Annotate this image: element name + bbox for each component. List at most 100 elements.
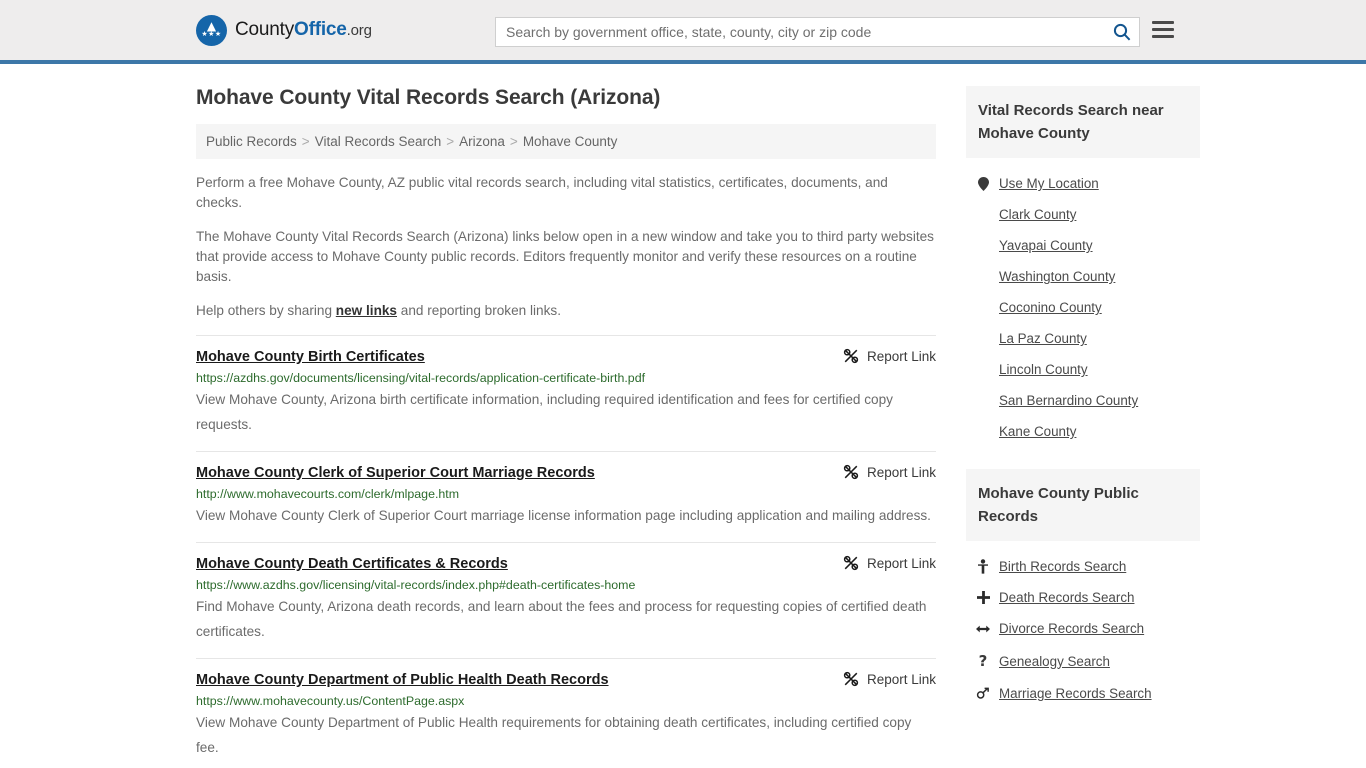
report-link-label: Report Link	[866, 348, 936, 364]
intro-paragraph-1: Perform a free Mohave County, AZ public …	[196, 175, 888, 210]
broken-link-icon	[843, 671, 859, 687]
nearby-county-item[interactable]: Yavapai County	[966, 230, 1200, 261]
nearby-county-label[interactable]: Yavapai County	[999, 238, 1093, 253]
public-record-label[interactable]: Genealogy Search	[999, 654, 1110, 669]
nearby-county-label[interactable]: La Paz County	[999, 331, 1087, 346]
nearby-county-item[interactable]: Washington County	[966, 261, 1200, 292]
report-link-button[interactable]: Report Link	[831, 671, 936, 687]
stars-glyph: ★★★	[201, 30, 222, 38]
result-item: Mohave County Death Certificates & Recor…	[196, 542, 936, 658]
result-title-link[interactable]: Mohave County Clerk of Superior Court Ma…	[196, 464, 595, 482]
nearby-county-label[interactable]: Lincoln County	[999, 362, 1088, 377]
page-title: Mohave County Vital Records Search (Ariz…	[196, 86, 661, 109]
report-link-button[interactable]: Report Link	[831, 348, 936, 364]
public-records-list: Birth Records Search Death Records Search…	[966, 541, 1200, 709]
public-record-item[interactable]: Marriage Records Search	[966, 678, 1200, 709]
nearby-county-item[interactable]: San Bernardino County	[966, 385, 1200, 416]
left-right-arrow-icon	[976, 624, 990, 634]
public-records-panel-heading: Mohave County Public Records	[966, 469, 1200, 541]
breadcrumb-separator: >	[301, 134, 310, 149]
report-link-label: Report Link	[866, 555, 936, 571]
nearby-county-label[interactable]: San Bernardino County	[999, 393, 1138, 408]
site-header: ▲ ★★★ CountyOffice.org	[0, 0, 1366, 64]
report-link-button[interactable]: Report Link	[831, 555, 936, 571]
result-url[interactable]: https://www.mohavecounty.us/ContentPage.…	[196, 694, 936, 708]
broken-link-icon	[843, 348, 859, 364]
panel-spacer	[966, 447, 1200, 469]
result-description: View Mohave County Clerk of Superior Cou…	[196, 508, 931, 523]
site-logo[interactable]: ▲ ★★★ CountyOffice.org	[196, 14, 372, 46]
countyoffice-logo-icon: ▲ ★★★	[196, 14, 227, 46]
breadcrumb-item-arizona[interactable]: Arizona	[459, 134, 505, 149]
main-content: Mohave County Vital Records Search (Ariz…	[196, 64, 936, 768]
broken-link-icon	[843, 555, 859, 571]
result-title-link[interactable]: Mohave County Department of Public Healt…	[196, 671, 609, 689]
results-list: Mohave County Birth Certificates Report …	[196, 335, 936, 768]
baby-icon	[976, 559, 990, 574]
public-record-label[interactable]: Divorce Records Search	[999, 621, 1144, 636]
sidebar: Vital Records Search near Mohave County …	[966, 64, 1200, 768]
search-button[interactable]	[1105, 18, 1139, 46]
nearby-county-label[interactable]: Kane County	[999, 424, 1076, 439]
hamburger-bar	[1152, 28, 1174, 31]
report-link-label: Report Link	[866, 464, 936, 480]
public-record-label[interactable]: Birth Records Search	[999, 559, 1126, 574]
search-bar	[495, 17, 1140, 47]
nearby-county-item[interactable]: Clark County	[966, 199, 1200, 230]
result-url[interactable]: https://www.azdhs.gov/licensing/vital-re…	[196, 578, 936, 592]
hamburger-bar	[1152, 21, 1174, 24]
breadcrumb-item-mohave-county: Mohave County	[522, 134, 618, 149]
result-title-link[interactable]: Mohave County Birth Certificates	[196, 348, 425, 366]
result-item: Mohave County Clerk of Superior Court Ma…	[196, 451, 936, 542]
result-description: View Mohave County Department of Public …	[196, 715, 912, 755]
hamburger-menu-icon[interactable]	[1152, 21, 1174, 38]
broken-link-icon	[843, 464, 859, 480]
public-record-label[interactable]: Marriage Records Search	[999, 686, 1152, 701]
intro-paragraph-3: Help others by sharing new links and rep…	[196, 301, 936, 321]
logo-county: County	[235, 19, 295, 40]
nearby-county-label[interactable]: Clark County	[999, 207, 1076, 222]
result-description: Find Mohave County, Arizona death record…	[196, 599, 927, 639]
nearby-counties-list: Use My Location Clark County Yavapai Count…	[966, 158, 1200, 447]
intro-paragraph-2: The Mohave County Vital Records Search (…	[196, 229, 934, 284]
nearby-county-item[interactable]: La Paz County	[966, 323, 1200, 354]
public-record-item[interactable]: Divorce Records Search	[966, 613, 1200, 644]
breadcrumb-item-vital-records-search[interactable]: Vital Records Search	[315, 134, 442, 149]
nearby-county-item[interactable]: Lincoln County	[966, 354, 1200, 385]
result-title-link[interactable]: Mohave County Death Certificates & Recor…	[196, 555, 508, 573]
report-link-button[interactable]: Report Link	[831, 464, 936, 480]
map-pin-icon	[976, 176, 990, 191]
nearby-county-label[interactable]: Coconino County	[999, 300, 1102, 315]
nearby-county-item[interactable]: Use My Location	[966, 168, 1200, 199]
new-links-link[interactable]: new links	[336, 303, 397, 318]
public-record-item[interactable]: Death Records Search	[966, 582, 1200, 613]
result-description: View Mohave County, Arizona birth certif…	[196, 392, 893, 432]
gender-symbols-icon	[976, 687, 990, 700]
cross-icon	[976, 591, 990, 604]
nearby-panel-heading: Vital Records Search near Mohave County	[966, 86, 1200, 158]
search-input[interactable]	[496, 18, 1105, 46]
result-header: Mohave County Department of Public Healt…	[196, 671, 936, 689]
public-record-label[interactable]: Death Records Search	[999, 590, 1134, 605]
logo-org: .org	[346, 22, 372, 39]
hamburger-bar	[1152, 35, 1174, 38]
result-url[interactable]: http://www.mohavecourts.com/clerk/mlpage…	[196, 487, 936, 501]
breadcrumb-item-public-records[interactable]: Public Records	[206, 134, 297, 149]
intro-3-before: Help others by sharing	[196, 303, 336, 318]
nearby-county-label[interactable]: Washington County	[999, 269, 1115, 284]
breadcrumb-separator: >	[446, 134, 455, 149]
nearby-county-item[interactable]: Coconino County	[966, 292, 1200, 323]
question-mark-icon: ?	[978, 652, 988, 670]
result-item: Mohave County Birth Certificates Report …	[196, 335, 936, 451]
nearby-county-item[interactable]: Kane County	[966, 416, 1200, 447]
result-url[interactable]: https://azdhs.gov/documents/licensing/vi…	[196, 371, 936, 385]
result-header: Mohave County Birth Certificates Report …	[196, 348, 936, 366]
result-header: Mohave County Death Certificates & Recor…	[196, 555, 936, 573]
nearby-county-label[interactable]: Use My Location	[999, 176, 1099, 191]
public-record-item[interactable]: Birth Records Search	[966, 551, 1200, 582]
result-item: Mohave County Department of Public Healt…	[196, 658, 936, 768]
report-link-label: Report Link	[866, 671, 936, 687]
intro-3-after: and reporting broken links.	[397, 303, 561, 318]
public-record-item[interactable]: ? Genealogy Search	[966, 644, 1200, 678]
result-header: Mohave County Clerk of Superior Court Ma…	[196, 464, 936, 482]
